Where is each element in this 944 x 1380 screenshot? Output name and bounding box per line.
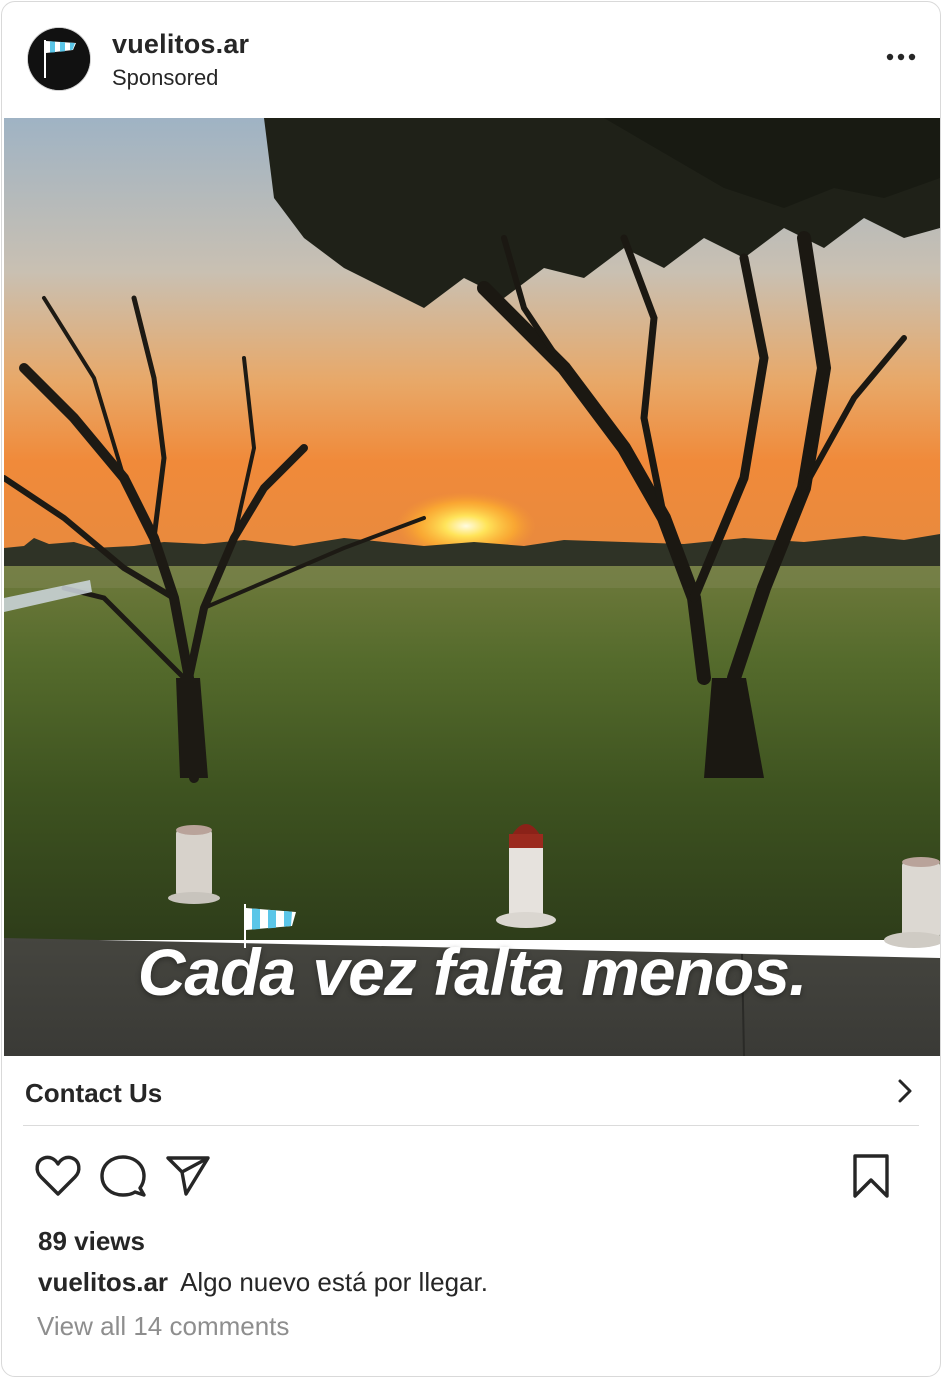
- caption-username[interactable]: vuelitos.ar: [38, 1267, 168, 1297]
- share-button[interactable]: [164, 1152, 212, 1200]
- contact-us-button[interactable]: Contact Us: [2, 1056, 940, 1126]
- more-options-button[interactable]: [884, 42, 918, 72]
- post-header: vuelitos.ar Sponsored: [2, 2, 940, 118]
- sponsored-label: Sponsored: [112, 65, 219, 90]
- bookmark-icon: [853, 1154, 889, 1198]
- sunset-field-photo: [4, 118, 940, 1056]
- sponsored-post-card: vuelitos.ar Sponsored Cada vez falta men…: [1, 1, 941, 1377]
- view-comments-link[interactable]: View all 14 comments: [37, 1311, 289, 1342]
- post-caption: vuelitos.ar Algo nuevo está por llegar.: [38, 1267, 488, 1298]
- windsock-icon: [28, 28, 90, 90]
- contact-us-label: Contact Us: [25, 1078, 163, 1108]
- save-button[interactable]: [848, 1152, 896, 1200]
- like-button[interactable]: [34, 1152, 82, 1200]
- chevron-right-icon: [898, 1079, 912, 1103]
- comment-button[interactable]: [99, 1152, 147, 1200]
- send-icon: [166, 1156, 210, 1196]
- avatar[interactable]: [28, 28, 90, 90]
- caption-text: Algo nuevo está por llegar.: [180, 1267, 488, 1297]
- post-media[interactable]: Cada vez falta menos.: [4, 118, 940, 1056]
- media-overlay-text: Cada vez falta menos.: [137, 935, 808, 1009]
- views-count[interactable]: 89 views: [38, 1226, 145, 1257]
- comment-icon: [100, 1155, 146, 1197]
- more-horizontal-icon: [886, 53, 916, 61]
- cta-divider: [23, 1125, 919, 1126]
- header-username[interactable]: vuelitos.ar: [112, 29, 249, 60]
- heart-icon: [35, 1155, 81, 1196]
